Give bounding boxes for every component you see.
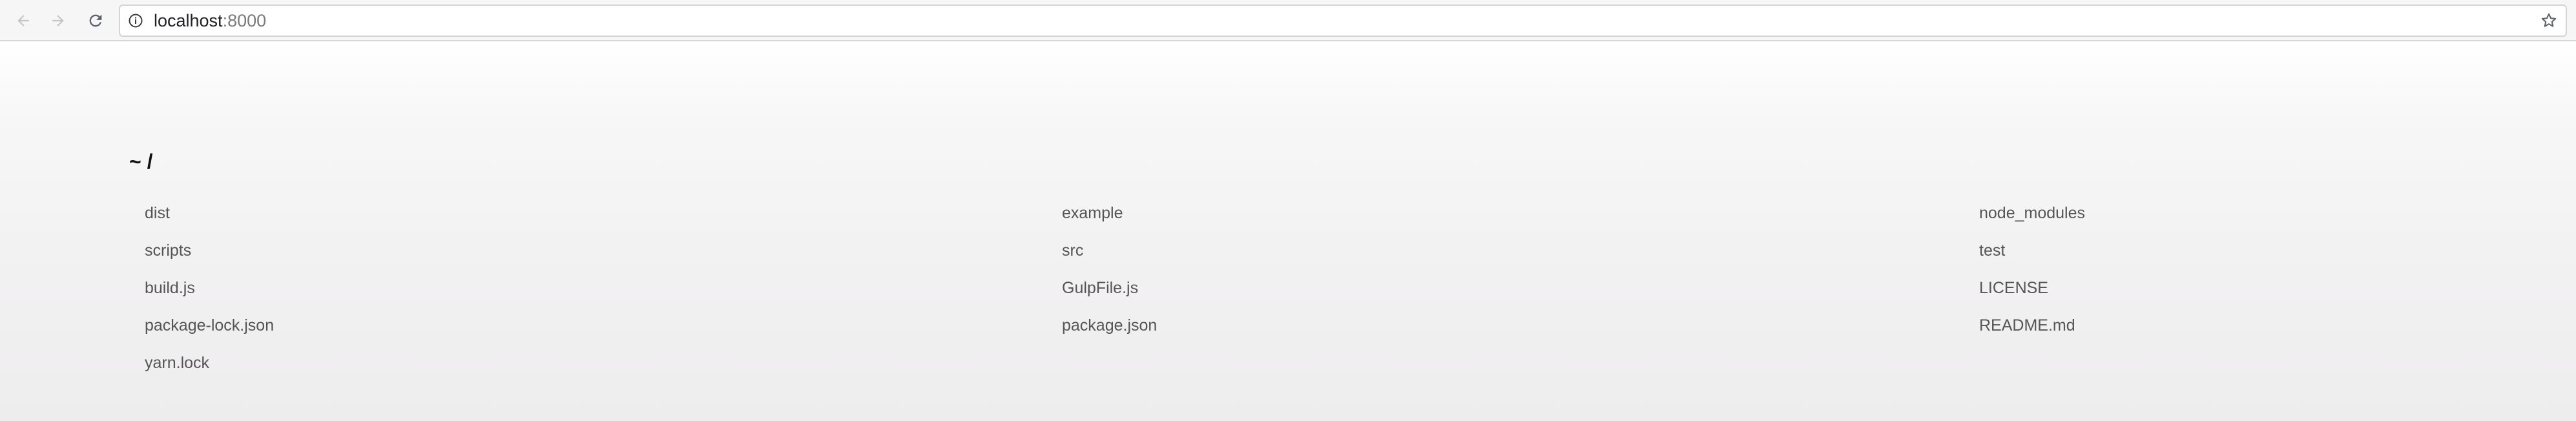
list-item: package.json — [1062, 313, 1979, 350]
list-item: yarn.lock — [145, 350, 1062, 387]
list-item: example — [1062, 200, 1979, 238]
file-link-node-modules[interactable]: node_modules — [1979, 204, 2085, 222]
browser-toolbar: localhost:8000 — [0, 0, 2576, 41]
list-item: LICENSE — [1979, 275, 2354, 313]
page-content: ~ / dist example node_modules scripts sr… — [0, 41, 2576, 421]
list-item: test — [1979, 238, 2354, 275]
arrow-right-icon — [52, 15, 64, 26]
url-host: localhost — [154, 11, 223, 30]
file-link-test[interactable]: test — [1979, 241, 2005, 260]
forward-button[interactable] — [44, 6, 72, 35]
list-item: scripts — [145, 238, 1062, 275]
file-link-yarn-lock[interactable]: yarn.lock — [145, 354, 209, 372]
file-link-src[interactable]: src — [1062, 241, 1083, 260]
list-item: dist — [145, 200, 1062, 238]
file-list: dist example node_modules scripts src te… — [145, 200, 2354, 387]
file-link-example[interactable]: example — [1062, 204, 1123, 222]
file-link-dist[interactable]: dist — [145, 204, 170, 222]
file-link-scripts[interactable]: scripts — [145, 241, 191, 260]
file-link-package-json[interactable]: package.json — [1062, 316, 1157, 334]
file-link-package-lock-json[interactable]: package-lock.json — [145, 316, 274, 334]
file-link-license[interactable]: LICENSE — [1979, 279, 2048, 297]
file-link-readme-md[interactable]: README.md — [1979, 316, 2075, 334]
file-link-gulpfile-js[interactable]: GulpFile.js — [1062, 279, 1138, 297]
list-item: GulpFile.js — [1062, 275, 1979, 313]
back-button[interactable] — [9, 6, 37, 35]
star-icon[interactable] — [2540, 12, 2558, 30]
list-item: src — [1062, 238, 1979, 275]
reload-icon — [89, 14, 102, 27]
address-bar[interactable]: localhost:8000 — [119, 5, 2567, 37]
arrow-left-icon — [17, 15, 29, 26]
file-link-build-js[interactable]: build.js — [145, 279, 195, 297]
info-icon[interactable] — [128, 13, 143, 28]
url-port: :8000 — [222, 11, 267, 30]
list-item: README.md — [1979, 313, 2354, 350]
list-item: package-lock.json — [145, 313, 1062, 350]
reload-button[interactable] — [81, 6, 110, 35]
list-item: build.js — [145, 275, 1062, 313]
list-item: node_modules — [1979, 200, 2354, 238]
url-text[interactable]: localhost:8000 — [154, 6, 266, 36]
page-title: ~ / — [129, 150, 153, 173]
